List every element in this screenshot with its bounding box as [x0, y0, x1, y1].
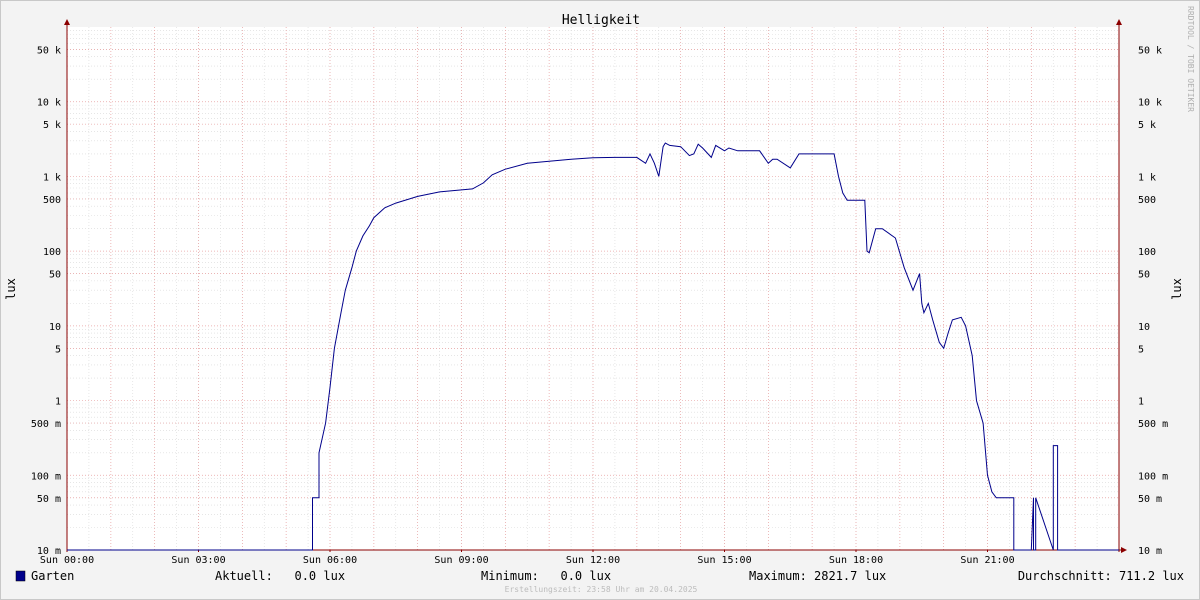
legend-maximum: Maximum: 2821.7 lux [749, 569, 886, 583]
y-tick-label-right: 10 k [1138, 98, 1162, 109]
y-tick-label-right: 1 k [1138, 172, 1156, 183]
chart-title: Helligkeit [562, 13, 640, 28]
y-tick-label-left: 50 [49, 270, 61, 281]
y-tick-label-right: 100 [1138, 247, 1156, 258]
y-tick-label-right: 50 [1138, 270, 1150, 281]
y-tick-label-right: 5 k [1138, 120, 1156, 131]
y-tick-label-left: 100 [43, 247, 61, 258]
y-tick-label-left: 5 k [43, 120, 61, 131]
y-tick-label-right: 1 [1138, 397, 1144, 408]
y-tick-label-right: 500 m [1138, 419, 1168, 430]
y-tick-label-left: 10 [49, 322, 61, 333]
y-tick-label-left: 500 m [31, 419, 61, 430]
y-axis-right-arrow [1116, 19, 1122, 25]
x-tick-label: Sun 06:00 [303, 555, 357, 566]
y-tick-label-left: 1 [55, 397, 61, 408]
x-tick-label: Sun 18:00 [829, 555, 883, 566]
chart-svg: 50 k 50 k 10 k 10 k 5 k 5 k 1 k 1 k 500 500 100 100… [4, 6, 1195, 594]
legend-series-name: Garten [31, 569, 74, 583]
legend-swatch [15, 570, 26, 582]
y-tick-label-left: 500 [43, 195, 61, 206]
rrdtool-credit: RRDTOOL / TOBI OETIKER [1186, 6, 1195, 112]
y-axis-label-right: lux [1170, 278, 1184, 300]
x-tick-label: Sun 15:00 [697, 555, 751, 566]
y-tick-label-right: 5 [1138, 344, 1144, 355]
y-tick-label-right: 50 k [1138, 45, 1162, 56]
y-axis-label-left: lux [4, 278, 18, 300]
legend-aktuell: Aktuell: 0.0 lux [215, 569, 345, 583]
y-tick-label-left: 50 k [37, 45, 61, 56]
y-tick-label-left: 50 m [37, 494, 61, 505]
y-axis-left-arrow [64, 19, 70, 25]
legend-minimum: Minimum: 0.0 lux [481, 569, 611, 583]
y-tick-label-right: 10 [1138, 322, 1150, 333]
y-tick-label-right: 500 [1138, 195, 1156, 206]
y-tick-label-right: 10 m [1138, 546, 1162, 557]
chart-window: 50 k 50 k 10 k 10 k 5 k 5 k 1 k 1 k 500 500 100 100… [0, 0, 1200, 600]
x-tick-label: Sun 00:00 [40, 555, 94, 566]
y-tick-label-left: 5 [55, 344, 61, 355]
x-tick-label: Sun 21:00 [960, 555, 1014, 566]
x-tick-labels: Sun 00:00 Sun 03:00 Sun 06:00 Sun 09:00 Sun … [40, 555, 1015, 566]
legend-average: Durchschnitt: 711.2 lux [1018, 569, 1184, 583]
x-tick-label: Sun 12:00 [566, 555, 620, 566]
x-tick-label: Sun 09:00 [434, 555, 488, 566]
x-tick-label: Sun 03:00 [171, 555, 225, 566]
y-tick-label-right: 100 m [1138, 471, 1168, 482]
footer-timestamp: Erstellungszeit: 23:58 Uhr am 20.04.2025 [505, 585, 698, 594]
x-axis-arrow [1121, 547, 1127, 553]
y-tick-label-right: 50 m [1138, 494, 1162, 505]
y-tick-label-left: 100 m [31, 471, 61, 482]
y-tick-label-left: 10 k [37, 98, 61, 109]
y-tick-label-left: 1 k [43, 172, 61, 183]
